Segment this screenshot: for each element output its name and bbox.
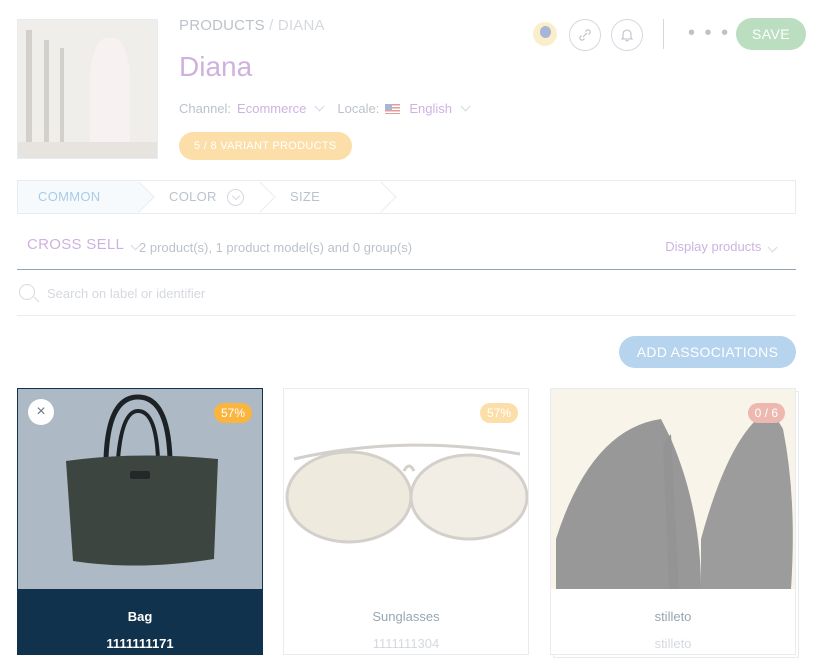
breadcrumb-root[interactable]: PRODUCTS [179,17,265,34]
chevron-down-icon [767,242,778,253]
attribute-level-tabs: COMMON COLOR SIZE [17,180,796,214]
header-divider [663,19,664,49]
locale-select[interactable]: English [409,101,452,116]
user-avatar[interactable] [531,20,559,48]
association-type-select[interactable]: CROSS SELL [27,236,147,253]
more-options-button[interactable]: • • • [688,22,730,45]
channel-label: Channel: [179,101,232,116]
breadcrumb-separator: / [269,17,274,34]
close-icon: × [36,403,46,420]
remove-association-button[interactable]: × [28,399,54,425]
product-name: stilleto [654,609,692,624]
chevron-down-icon[interactable] [314,101,325,112]
product-card-stilleto[interactable]: 0 / 6 stilleto stilleto [550,388,796,655]
product-name: Sunglasses [372,609,440,624]
breadcrumb-current: DIANA [277,17,325,34]
context-switcher: Channel: Ecommerce Locale: English [179,101,477,116]
tab-color[interactable]: COLOR [139,181,276,213]
tab-size-label: SIZE [290,189,321,204]
notifications-button[interactable] [611,19,643,51]
us-flag-icon [385,103,401,114]
tab-common[interactable]: COMMON [18,181,155,213]
product-card-sunglasses[interactable]: 57% Sunglasses 1111111304 [283,388,529,655]
save-button[interactable]: SAVE [736,18,806,50]
breadcrumb: PRODUCTS / DIANA [179,17,325,34]
product-identifier: 1111111304 [372,636,440,651]
bell-icon [621,29,633,42]
association-type-row: CROSS SELL 2 product(s), 1 product model… [17,230,796,270]
product-identifier: stilleto [654,636,692,651]
add-associations-button[interactable]: ADD ASSOCIATIONS [619,336,796,368]
chevron-down-icon[interactable] [227,189,244,206]
association-type-label: CROSS SELL [27,236,124,253]
page-title: Diana [179,51,253,82]
locale-label: Locale: [337,101,380,116]
channel-select[interactable]: Ecommerce [237,101,306,116]
link-icon [579,29,591,41]
display-products-label: Display products [665,239,762,254]
tab-color-label: COLOR [169,189,217,204]
search-bar [17,275,796,316]
link-button[interactable] [569,19,601,51]
completeness-badge: 57% [479,403,518,423]
variant-products-badge[interactable]: 5 / 8 VARIANT PRODUCTS [179,132,352,160]
completeness-badge: 0 / 6 [747,403,785,423]
product-thumbnail [17,19,158,159]
search-input[interactable] [47,282,647,304]
product-card-bag[interactable]: × 57% Bag 1111111171 [17,388,263,655]
product-identifier: 1111111171 [106,636,174,651]
search-icon [19,284,35,300]
display-products-select[interactable]: Display products [665,239,784,254]
tab-common-label: COMMON [38,189,101,204]
completeness-badge: 57% [213,403,252,423]
chevron-down-icon[interactable] [460,101,471,112]
tab-size[interactable]: SIZE [260,181,397,213]
product-name: Bag [127,609,153,624]
association-summary: 2 product(s), 1 product model(s) and 0 g… [139,240,413,255]
